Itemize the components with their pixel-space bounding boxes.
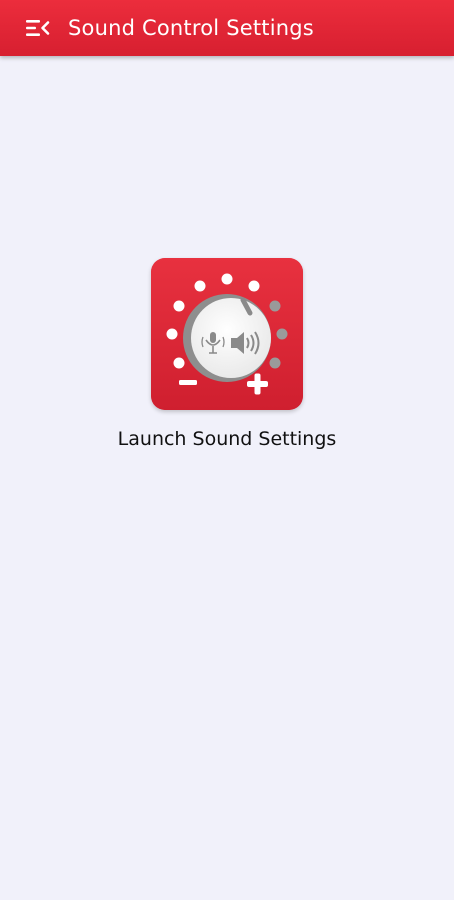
launch-sound-settings-button[interactable]: Launch Sound Settings [0,258,454,450]
app-title: Sound Control Settings [68,16,314,40]
menu-button[interactable] [18,8,58,48]
launch-sound-settings-label: Launch Sound Settings [117,428,337,450]
volume-knob-icon [151,258,303,410]
app-bar: Sound Control Settings [0,0,454,56]
menu-open-icon [26,20,50,36]
